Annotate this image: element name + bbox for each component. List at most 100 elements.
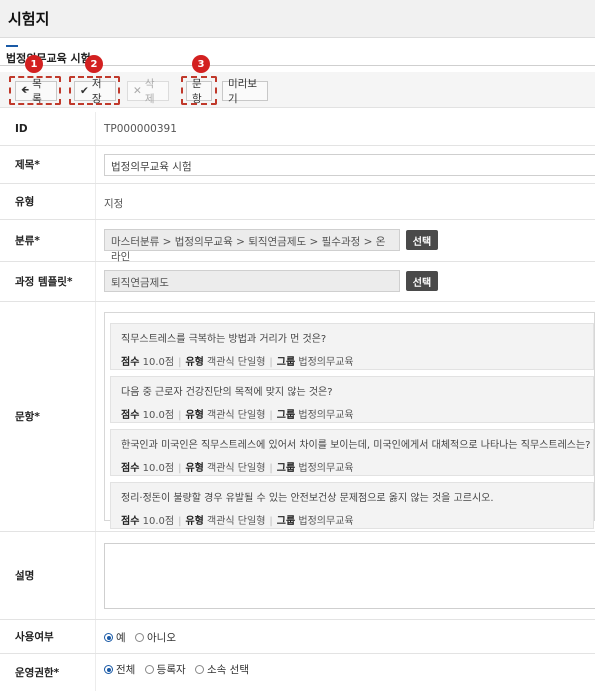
row-category: 분류* 마스터분류 > 법정의무교육 > 퇴직연금제도 > 필수과정 > 온라인… (0, 220, 595, 263)
description-cell (96, 532, 595, 619)
auth-registrant-radio[interactable]: 등록자 (144, 662, 186, 677)
row-auth: 운영권한* 전체 등록자 소속 선택 (0, 654, 595, 691)
group-value: 법정의무교육 (298, 357, 354, 368)
template-field: 퇴직연금제도 (104, 270, 400, 292)
type-label: 유형 (0, 184, 96, 219)
title-label: 제목* (0, 146, 96, 183)
radio-dot-icon (104, 633, 113, 642)
group-label: 그룹 (276, 410, 296, 421)
questions-label: 문항* (0, 302, 96, 531)
score-value: 10.0점 (142, 516, 175, 527)
template-select-button[interactable]: 선택 (406, 271, 438, 291)
section-marker (6, 45, 18, 47)
score-label: 점수 (121, 357, 140, 368)
type-label: 유형 (185, 463, 204, 474)
group-label: 그룹 (276, 516, 296, 527)
auth-all-label: 전체 (116, 664, 136, 676)
usage-radio-group: 예 아니오 (104, 630, 182, 645)
delete-button-label: 삭제 (144, 78, 155, 105)
auth-label: 운영권한* (0, 654, 96, 691)
question-meta: 점수 10.0점 | 유형 객관식 단일형 | 그룹 법정의무교육 (121, 357, 354, 368)
title-cell: 법정의무교육 시험 (96, 146, 595, 183)
marker-badge-2: 2 (85, 55, 103, 73)
category-cell: 마스터분류 > 법정의무교육 > 퇴직연금제도 > 필수과정 > 온라인 선택 (96, 220, 595, 263)
radio-dot-icon (135, 633, 145, 642)
score-label: 점수 (121, 463, 140, 474)
usage-label: 사용여부 (0, 620, 96, 653)
question-text: 다음 중 근로자 건강진단의 목적에 맞지 않는 것은? (121, 387, 333, 398)
template-cell: 퇴직연금제도 선택 (96, 262, 595, 301)
type-cell: 지정 (96, 184, 595, 219)
title-input[interactable]: 법정의무교육 시험 (104, 154, 595, 176)
question-text: 직무스트레스를 극복하는 방법과 거리가 먼 것은? (121, 334, 327, 345)
usage-cell: 예 아니오 (96, 620, 595, 653)
auth-all-radio[interactable]: 전체 (104, 662, 135, 677)
usage-no-label: 아니오 (147, 632, 176, 644)
auth-radio-group: 전체 등록자 소속 선택 (104, 662, 255, 677)
row-questions: 문항* 직무스트레스를 극복하는 방법과 거리가 먼 것은? 점수 10.0점 |… (0, 302, 595, 532)
score-label: 점수 (121, 516, 140, 527)
radio-dot-icon (104, 665, 113, 674)
preview-button-label: 미리보기 (228, 78, 257, 105)
type-value: 지정 (104, 198, 124, 210)
auth-org-radio[interactable]: 소속 선택 (195, 662, 249, 677)
category-select-button[interactable]: 선택 (406, 230, 438, 250)
highlight-box-2 (69, 76, 120, 105)
questions-cell: 직무스트레스를 극복하는 방법과 거리가 먼 것은? 점수 10.0점 | 유형 객… (96, 302, 595, 531)
group-value: 법정의무교육 (298, 516, 354, 527)
delete-button[interactable]: ✕ 삭제 (127, 78, 169, 105)
usage-yes-radio[interactable]: 예 (104, 630, 126, 645)
type-value: 객관식 단일형 (207, 516, 266, 527)
id-value: TP000000391 (104, 123, 177, 135)
score-value: 10.0점 (142, 410, 175, 421)
description-textarea[interactable] (104, 543, 595, 609)
question-item[interactable]: 직무스트레스를 극복하는 방법과 거리가 먼 것은? 점수 10.0점 | 유형 객… (110, 323, 594, 370)
group-value: 법정의무교육 (298, 410, 354, 421)
preview-button[interactable]: 미리보기 (222, 78, 268, 105)
marker-badge-3: 3 (192, 55, 210, 73)
question-meta: 점수 10.0점 | 유형 객관식 단일형 | 그룹 법정의무교육 (121, 463, 354, 474)
id-value-cell: TP000000391 (96, 112, 595, 145)
type-value: 객관식 단일형 (207, 410, 266, 421)
score-label: 점수 (121, 410, 140, 421)
section-title: 법정의무교육 시험 (6, 52, 91, 65)
row-template: 과정 템플릿* 퇴직연금제도 선택 (0, 262, 595, 302)
auth-registrant-label: 등록자 (156, 664, 186, 676)
description-label: 설명 (0, 532, 96, 619)
usage-no-radio[interactable]: 아니오 (135, 630, 176, 645)
page-title: 시험지 (8, 10, 50, 28)
group-label: 그룹 (276, 357, 296, 368)
group-label: 그룹 (276, 463, 296, 474)
question-item[interactable]: 정리·정돈이 불량할 경우 유발될 수 있는 안전보건상 문제점으로 옳지 않는… (110, 482, 594, 529)
highlight-box-3 (181, 76, 217, 105)
row-id: ID TP000000391 (0, 112, 595, 146)
row-type: 유형 지정 (0, 184, 595, 220)
close-icon: ✕ (133, 85, 142, 97)
question-list: 직무스트레스를 극복하는 방법과 거리가 먼 것은? 점수 10.0점 | 유형 객… (104, 312, 595, 529)
usage-yes-label: 예 (116, 632, 126, 644)
marker-badge-1: 1 (25, 55, 43, 73)
template-label: 과정 템플릿* (0, 262, 96, 301)
radio-dot-icon (144, 665, 154, 674)
highlight-box-1 (9, 76, 61, 105)
auth-cell: 전체 등록자 소속 선택 (96, 654, 595, 691)
row-title: 제목* 법정의무교육 시험 (0, 146, 595, 184)
id-label: ID (0, 112, 96, 145)
question-item[interactable]: 한국인과 미국인은 직무스트레스에 있어서 차이를 보이는데, 미국인에게서 대… (110, 429, 594, 476)
type-value: 객관식 단일형 (207, 463, 266, 474)
group-value: 법정의무교육 (298, 463, 354, 474)
type-label: 유형 (185, 410, 204, 421)
question-text: 한국인과 미국인은 직무스트레스에 있어서 차이를 보이는데, 미국인에게서 대… (121, 440, 591, 451)
auth-org-label: 소속 선택 (207, 664, 249, 676)
score-value: 10.0점 (142, 357, 175, 368)
row-usage: 사용여부 예 아니오 (0, 620, 595, 654)
type-value: 객관식 단일형 (207, 357, 266, 368)
row-description: 설명 (0, 532, 595, 620)
question-meta: 점수 10.0점 | 유형 객관식 단일형 | 그룹 법정의무교육 (121, 516, 354, 527)
category-field: 마스터분류 > 법정의무교육 > 퇴직연금제도 > 필수과정 > 온라인 (104, 229, 400, 263)
question-text: 정리·정돈이 불량할 경우 유발될 수 있는 안전보건상 문제점으로 옳지 않는… (121, 493, 494, 504)
type-label: 유형 (185, 357, 204, 368)
question-item[interactable]: 다음 중 근로자 건강진단의 목적에 맞지 않는 것은? 점수 10.0점 | 유형… (110, 376, 594, 423)
radio-dot-icon (195, 665, 204, 674)
type-label: 유형 (185, 516, 204, 527)
